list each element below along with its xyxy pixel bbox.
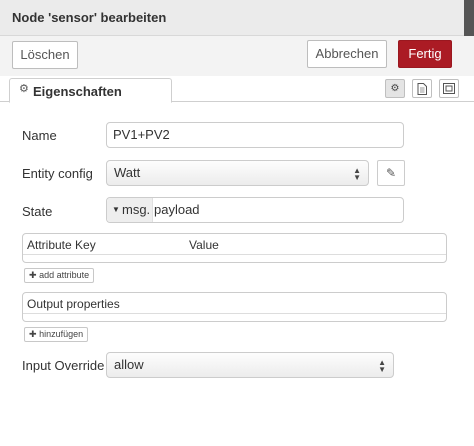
attribute-list-divider [23, 254, 446, 255]
state-typed-input: ▼ msg. payload [106, 197, 404, 223]
caret-down-icon: ▼ [112, 205, 120, 214]
name-label: Name [22, 128, 57, 143]
state-value-input[interactable]: payload [154, 198, 200, 222]
done-button[interactable]: Fertig [398, 40, 452, 68]
pencil-icon: ✎ [385, 166, 397, 180]
tab-settings[interactable]: ⚙ [385, 79, 405, 98]
add-output-property-label: hinzufügen [39, 329, 84, 339]
output-properties-divider [23, 313, 446, 314]
input-override-select[interactable]: allow ▲ ▼ [106, 352, 394, 378]
select-arrows-icon: ▲ ▼ [353, 166, 361, 182]
output-properties-list: Output properties [22, 292, 447, 322]
add-attribute-label: add attribute [39, 270, 90, 280]
cancel-button[interactable]: Abbrechen [307, 40, 387, 68]
gear-icon: ⚙ [19, 83, 29, 95]
tab-appearance[interactable] [439, 79, 459, 98]
entity-config-value: Watt [114, 165, 141, 180]
name-input[interactable]: PV1+PV2 [106, 122, 404, 148]
gear-icon: ⚙ [390, 83, 400, 94]
attribute-list: Attribute Key Value [22, 233, 447, 263]
layout-icon [443, 83, 455, 94]
input-override-label: Input Override [22, 358, 105, 373]
plus-icon: ✚ [29, 270, 37, 280]
add-attribute-button[interactable]: ✚ add attribute [24, 268, 95, 283]
attribute-value-header: Value [189, 238, 219, 252]
delete-button[interactable]: Löschen [12, 41, 78, 69]
dialog-title: Node 'sensor' bearbeiten [12, 10, 167, 25]
dialog-titlebar: Node 'sensor' bearbeiten [0, 0, 474, 36]
window-edge [464, 0, 474, 36]
input-override-value: allow [114, 357, 144, 372]
state-type-selector[interactable]: ▼ msg. [107, 198, 153, 222]
output-properties-header: Output properties [27, 297, 120, 311]
edit-entity-config-button[interactable]: ✎ [377, 160, 405, 186]
select-arrows-icon: ▲ ▼ [378, 358, 386, 374]
state-type-label: msg. [122, 202, 151, 217]
plus-icon: ✚ [29, 329, 37, 339]
add-output-property-button[interactable]: ✚ hinzufügen [24, 327, 89, 342]
entity-config-label: Entity config [22, 166, 93, 181]
tab-properties-label: Eigenschaften [33, 84, 122, 99]
attribute-key-header: Attribute Key [27, 238, 96, 252]
tab-properties[interactable]: ⚙ Eigenschaften [9, 78, 172, 103]
document-icon [417, 83, 427, 95]
state-label: State [22, 204, 53, 219]
entity-config-select[interactable]: Watt ▲ ▼ [106, 160, 369, 186]
tab-description[interactable] [412, 79, 432, 98]
